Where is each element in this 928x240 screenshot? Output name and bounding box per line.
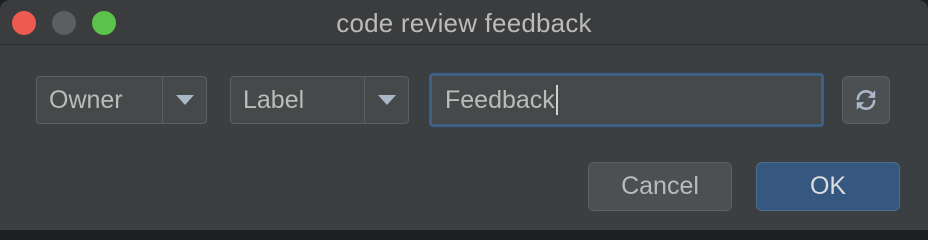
owner-dropdown-toggle[interactable] [162,77,206,123]
owner-dropdown-value: Owner [49,86,123,114]
refresh-button[interactable] [842,76,890,124]
cancel-button[interactable]: Cancel [588,162,732,211]
window-title: code review feedback [336,8,592,38]
title-bar: code review feedback [0,0,928,45]
label-dropdown[interactable]: Label [230,76,409,124]
chevron-down-icon [175,95,194,105]
text-caret [555,85,558,115]
label-dropdown-toggle[interactable] [364,77,408,123]
ok-button[interactable]: OK [756,162,900,211]
chevron-down-icon [377,95,396,105]
dialog-window: code review feedback Owner Label Feedbac… [0,0,928,230]
search-input-value: Feedback [445,85,555,114]
search-input[interactable]: Feedback [429,73,824,127]
owner-dropdown[interactable]: Owner [36,76,207,124]
label-dropdown-value: Label [243,86,305,114]
refresh-icon [856,90,876,110]
